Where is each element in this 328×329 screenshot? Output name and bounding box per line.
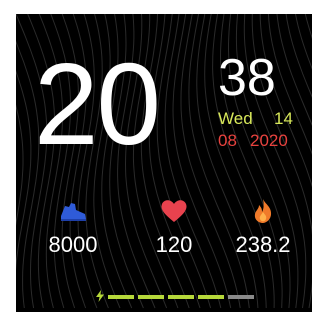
year-label: 2020	[250, 131, 288, 150]
wave-line	[276, 14, 312, 126]
hour-display: 20	[34, 39, 161, 169]
lightning-icon	[96, 290, 104, 302]
month-label: 08	[218, 131, 237, 150]
heart-icon	[161, 200, 187, 222]
day-label: 14	[274, 109, 293, 128]
shoe-icon	[61, 203, 86, 221]
wave-line	[156, 14, 212, 309]
flame-icon	[254, 199, 272, 223]
month-year-line: 08 2020	[218, 132, 288, 150]
steps-value: 8000	[48, 232, 98, 257]
battery-segment	[168, 295, 194, 299]
battery-segment	[108, 295, 134, 299]
heart-rate-value: 120	[155, 232, 193, 257]
battery-segment	[198, 295, 224, 299]
weekday-date-line: Wed 14	[218, 110, 293, 128]
battery-segment	[228, 295, 254, 299]
calories-value: 238.2	[235, 232, 291, 257]
weekday-label: Wed	[218, 109, 253, 128]
screenshot-frame: 20 38 Wed 14 08 2020 8000 120 238.2	[0, 0, 328, 329]
minute-display: 38	[218, 49, 276, 107]
battery-segment	[138, 295, 164, 299]
battery-level-bar	[108, 295, 254, 299]
watch-face: 20 38 Wed 14 08 2020 8000 120 238.2	[16, 14, 312, 312]
